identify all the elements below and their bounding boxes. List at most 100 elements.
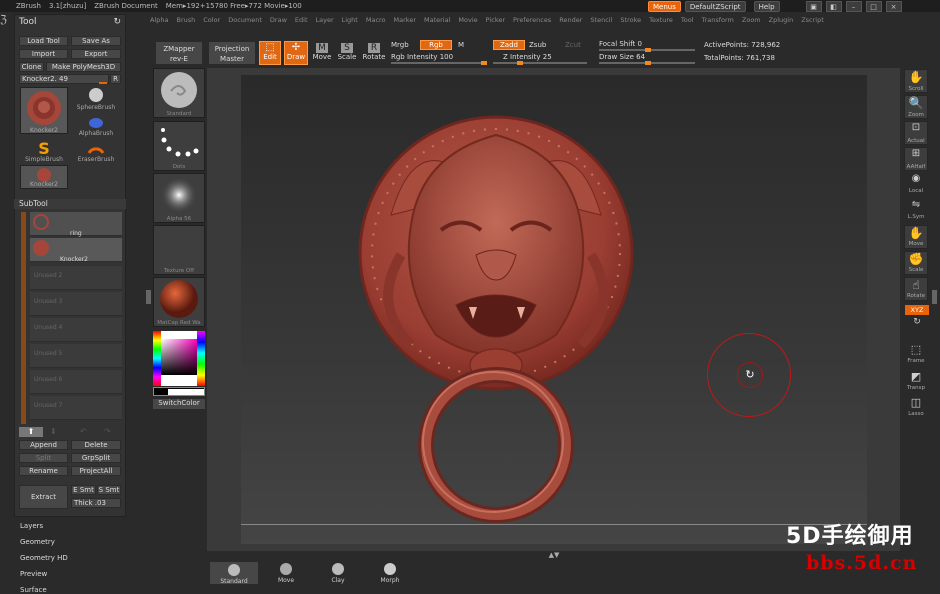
menu-marker[interactable]: Marker [394,16,416,24]
subtool-row[interactable]: Unused 5 [30,344,122,368]
maximize-icon[interactable]: □ [865,1,882,12]
close-icon[interactable]: × [885,1,902,12]
hue-strip[interactable] [153,331,161,386]
menu-texture[interactable]: Texture [649,16,673,24]
scale-mode-button[interactable]: S Scale [336,41,358,65]
current-tool-slider[interactable]: Knocker2. 49 [19,74,109,84]
extract-button[interactable]: Extract [19,485,68,509]
knocker2-thumbnail[interactable]: Knocker2 [20,165,68,189]
menu-document[interactable]: Document [228,16,262,24]
split-button[interactable]: Split [19,453,68,463]
menu-alpha[interactable]: Alpha [150,16,168,24]
subtool-row-ring[interactable]: ring [30,212,122,237]
eraser-brush-icon[interactable] [86,139,106,157]
save-as-button[interactable]: Save As [71,36,121,46]
lion-door-knocker-model[interactable] [241,75,867,544]
color-picker[interactable] [153,331,205,386]
m-toggle[interactable]: M [458,41,464,49]
layers-menu[interactable]: Layers [20,522,43,530]
geometry-menu[interactable]: Geometry [20,538,55,546]
window-layout-icon[interactable]: ▣ [805,1,822,12]
subtool-row-knocker2[interactable]: Knocker2 [30,238,122,263]
stroke-dots-slot[interactable]: Dots [153,121,205,171]
rename-button[interactable]: Rename [19,466,68,476]
export-button[interactable]: Export [71,49,121,59]
zadd-toggle[interactable]: Zadd [493,40,525,50]
arrow-up-icon[interactable]: ⬆ [19,427,43,437]
subtool-title[interactable]: SubTool [14,199,126,209]
default-zscript-button[interactable]: DefaultZScript [684,1,746,12]
help-button[interactable]: Help [753,1,780,12]
menu-light[interactable]: Light [342,16,358,24]
draw-button[interactable]: ✢ Draw [284,41,308,65]
alpha-brush-icon[interactable] [84,113,108,131]
rgb-intensity-slider[interactable]: Rgb Intensity 100 [391,53,453,61]
rotate-axis-icon[interactable]: ↻ [910,317,924,329]
menu-picker[interactable]: Picker [486,16,505,24]
color-square[interactable] [161,339,197,375]
rgb-toggle[interactable]: Rgb [420,40,452,50]
secondary-color-swatch[interactable] [153,387,205,396]
load-tool-button[interactable]: Load Tool [19,36,68,46]
refresh-icon[interactable]: ↻ [113,17,121,27]
menu-preferences[interactable]: Preferences [513,16,551,24]
xyz-toggle[interactable]: XYZ [905,305,929,315]
rgb-intensity-track[interactable] [391,61,487,65]
menu-macro[interactable]: Macro [366,16,386,24]
current-tool-knob[interactable] [99,82,107,84]
subtool-scrollbar[interactable] [21,212,26,424]
menu-zscript[interactable]: Zscript [801,16,824,24]
draw-size-slider[interactable]: Draw Size 64 [599,53,645,61]
clone-button[interactable]: Clone [19,62,44,72]
projection-master-button[interactable]: Projection Master [208,41,256,65]
menu-zplugin[interactable]: Zplugin [769,16,794,24]
make-polymesh-button[interactable]: Make PolyMesh3D [46,62,121,72]
focal-shift-slider[interactable]: Focal Shift 0 [599,40,642,48]
menu-zoom[interactable]: Zoom [742,16,761,24]
s-smt-toggle[interactable]: S Smt [97,485,121,495]
z-intensity-track[interactable] [493,61,587,65]
geometry-hd-menu[interactable]: Geometry HD [20,554,68,562]
subtool-row[interactable]: Unused 7 [30,396,122,420]
focal-shift-knob[interactable] [645,48,651,52]
menu-tool[interactable]: Tool [681,16,694,24]
left-tray-toggle[interactable] [146,290,151,304]
menu-brush[interactable]: Brush [176,16,195,24]
subtool-row[interactable]: Unused 4 [30,318,122,342]
rgb-intensity-knob[interactable] [481,61,487,65]
menu-color[interactable]: Color [203,16,220,24]
menu-stroke[interactable]: Stroke [620,16,641,24]
restore-icon[interactable]: ◧ [825,1,842,12]
mrgb-toggle[interactable]: Mrgb [391,41,409,49]
bottom-tray-toggle-icon[interactable]: ▲▼ [540,552,568,559]
standard-brush-slot[interactable]: Standard [153,68,205,118]
e-smt-toggle[interactable]: E Smt [71,485,96,495]
reset-button[interactable]: R [110,74,121,84]
z-intensity-slider[interactable]: Z Intensity 25 [503,53,552,61]
draw-size-track[interactable] [599,61,695,65]
clay-shelf-brush[interactable]: Clay [313,561,363,585]
menu-stencil[interactable]: Stencil [590,16,612,24]
texture-slot[interactable]: Texture Off [153,225,205,275]
menu-edit[interactable]: Edit [295,16,308,24]
zmapper-button[interactable]: ZMapper rev-E [155,41,203,65]
draw-size-knob[interactable] [645,61,651,65]
surface-menu[interactable]: Surface [20,586,47,594]
zsub-toggle[interactable]: Zsub [529,41,546,49]
subtool-row[interactable]: Unused 6 [30,370,122,394]
subtool-row[interactable]: Unused 2 [30,266,122,290]
menus-button[interactable]: Menus [648,1,681,12]
menu-transform[interactable]: Transform [702,16,734,24]
menu-material[interactable]: Material [424,16,450,24]
zcut-toggle[interactable]: Zcut [565,41,581,49]
grpsplit-button[interactable]: GrpSplit [71,453,121,463]
simple-brush-icon[interactable]: S [34,139,54,158]
import-button[interactable]: Import [19,49,68,59]
standard-shelf-brush[interactable]: Standard [209,561,259,585]
knocker-thumbnail[interactable]: Knocker2 [20,87,68,134]
move-shelf-brush[interactable]: Move [261,561,311,585]
hue-strip-right[interactable] [197,331,205,386]
right-tray-toggle[interactable] [932,290,937,304]
menu-layer[interactable]: Layer [316,16,334,24]
rotate-mode-button[interactable]: R Rotate [362,41,386,65]
